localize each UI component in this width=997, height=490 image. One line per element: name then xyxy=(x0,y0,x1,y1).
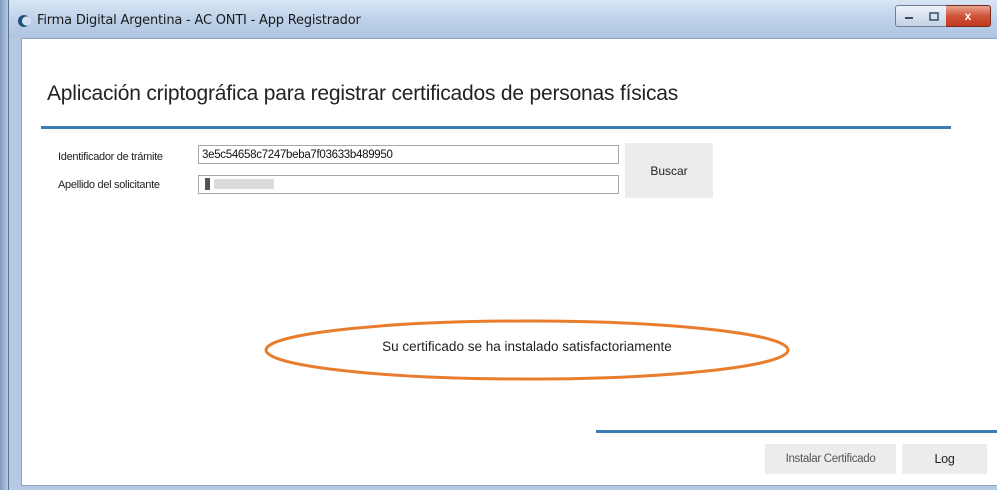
header-divider xyxy=(41,126,951,129)
close-icon: x xyxy=(964,9,972,23)
minimize-icon xyxy=(905,17,913,19)
app-crescent-icon xyxy=(18,15,31,27)
maximize-icon xyxy=(928,11,939,21)
window-title: Firma Digital Argentina - AC ONTI - App … xyxy=(37,13,361,28)
tramite-label: Identificador de trámite xyxy=(58,151,163,163)
page-title: Aplicación criptográfica para registrar … xyxy=(47,82,679,105)
client-area: Aplicación criptográfica para registrar … xyxy=(21,38,997,486)
maximize-button[interactable] xyxy=(921,5,947,27)
install-certificate-button[interactable]: Instalar Certificado xyxy=(765,444,896,474)
footer-divider xyxy=(596,430,997,433)
tramite-id-input[interactable] xyxy=(198,145,619,164)
search-button[interactable]: Buscar xyxy=(625,143,713,198)
title-bar[interactable]: Firma Digital Argentina - AC ONTI - App … xyxy=(9,0,997,38)
log-button[interactable]: Log xyxy=(902,444,987,474)
apellido-label: Apellido del solicitante xyxy=(58,179,160,191)
redacted-text xyxy=(214,179,274,189)
status-message: Su certificado se ha instalado satisfact… xyxy=(382,339,672,354)
close-button[interactable]: x xyxy=(946,5,991,27)
status-highlight: Su certificado se ha instalado satisfact… xyxy=(262,317,792,383)
minimize-button[interactable] xyxy=(895,5,923,27)
app-window: Firma Digital Argentina - AC ONTI - App … xyxy=(8,0,997,490)
text-cursor-mark xyxy=(205,178,210,190)
